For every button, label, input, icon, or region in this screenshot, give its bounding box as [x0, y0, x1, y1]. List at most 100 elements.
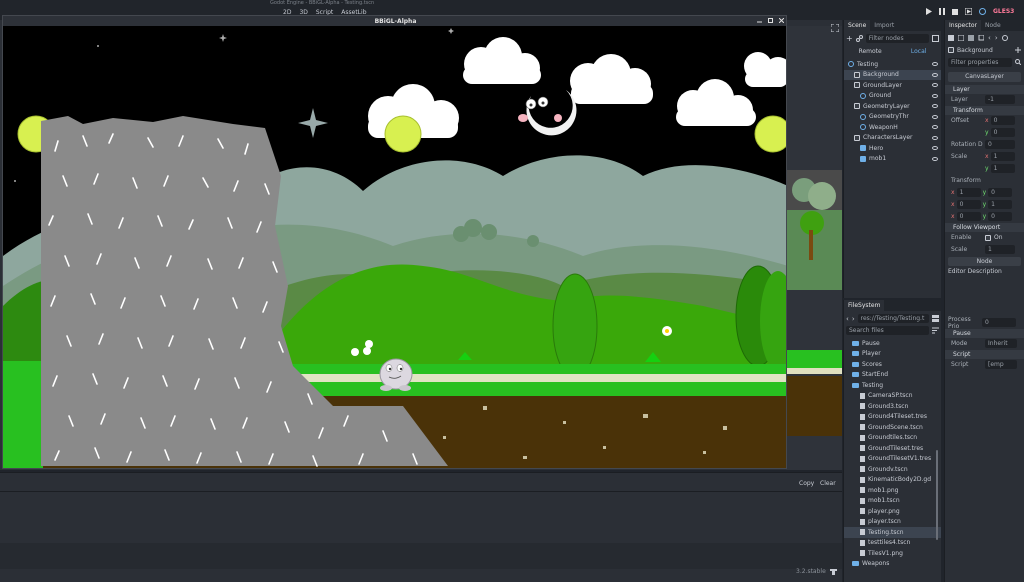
path-field[interactable]: res://Testing/Testing.t [857, 314, 929, 323]
editor-description-area[interactable] [945, 277, 1024, 317]
history-forward-icon[interactable]: › [995, 34, 998, 42]
sort-icon[interactable] [932, 327, 939, 334]
inspected-object[interactable]: Background [945, 45, 1024, 56]
file-item[interactable]: Groundtiles.tscn [844, 433, 941, 444]
maximize-icon[interactable] [768, 18, 773, 23]
visibility-eye-icon[interactable] [932, 114, 938, 119]
filter-properties-input[interactable]: Filter properties [948, 57, 1012, 67]
t-x1-input[interactable]: 1 [956, 188, 981, 197]
file-item[interactable]: GroundTileset.tres [844, 443, 941, 454]
play-custom-icon[interactable] [979, 8, 986, 15]
copy-icon[interactable] [978, 35, 984, 41]
t-y3-input[interactable]: 0 [988, 212, 1013, 221]
file-item[interactable]: player.png [844, 506, 941, 517]
file-item[interactable]: Ground3.tscn [844, 401, 941, 412]
visibility-eye-icon[interactable] [932, 62, 938, 67]
file-item[interactable]: CameraSP.tscn [844, 391, 941, 402]
play-icon[interactable] [926, 8, 932, 15]
minimize-icon[interactable] [757, 18, 762, 23]
file-item[interactable]: GroundScene.tscn [844, 422, 941, 433]
renderer-label[interactable]: GLES3 [993, 8, 1014, 15]
t-x3-input[interactable]: 0 [956, 212, 981, 221]
tab-inspector[interactable]: Inspector [945, 20, 981, 31]
folder-item[interactable]: Weapons [844, 559, 941, 570]
scene-node[interactable]: Ground [844, 91, 941, 102]
search-files-input[interactable]: Search files [846, 326, 929, 335]
file-item[interactable]: GroundTilesetV1.tres [844, 454, 941, 465]
pause-icon[interactable] [939, 8, 945, 15]
scene-node[interactable]: Hero [844, 143, 941, 154]
follow-scale-input[interactable]: 1 [985, 245, 1015, 254]
folder-item[interactable]: Pause [844, 338, 941, 349]
scene-node[interactable]: CharactersLayer [844, 133, 941, 144]
new-resource-icon[interactable] [948, 35, 954, 41]
history-back-icon[interactable]: ‹ [988, 34, 991, 42]
folder-item[interactable]: Scores [844, 359, 941, 370]
history-icon[interactable] [1001, 35, 1008, 41]
visibility-eye-icon[interactable] [932, 72, 938, 77]
class-header[interactable]: CanvasLayer [948, 71, 1021, 82]
scene-node[interactable]: WeaponH [844, 122, 941, 133]
visibility-eye-icon[interactable] [932, 135, 938, 140]
script-section[interactable]: Script [945, 349, 1024, 359]
node-header[interactable]: Node [948, 256, 1021, 266]
layer-input[interactable]: -1 [985, 95, 1015, 104]
file-item[interactable]: KinematicBody2D.gd [844, 475, 941, 486]
back-icon[interactable]: ‹ [846, 315, 849, 323]
folder-item[interactable]: StartEnd [844, 370, 941, 381]
tab-scene[interactable]: Scene [844, 20, 871, 31]
split-view-icon[interactable] [932, 315, 939, 322]
link-icon[interactable] [855, 35, 863, 42]
layer-section[interactable]: Layer [945, 84, 1024, 94]
scene-node[interactable]: GeometryLayer [844, 101, 941, 112]
file-item[interactable]: mob1.tscn [844, 496, 941, 507]
script-icon[interactable] [932, 35, 939, 42]
scene-node[interactable]: mob1 [844, 154, 941, 165]
scene-node[interactable]: Testing [844, 59, 941, 70]
add-node-icon[interactable]: + [846, 34, 853, 43]
offset-y-input[interactable]: 0 [990, 128, 1015, 137]
tab-import[interactable]: Import [870, 20, 898, 31]
scene-node[interactable]: GeometryThr [844, 112, 941, 123]
process-priority-input[interactable]: 0 [982, 318, 1016, 327]
visibility-eye-icon[interactable] [932, 156, 938, 161]
forward-icon[interactable]: › [852, 315, 855, 323]
visibility-eye-icon[interactable] [932, 104, 938, 109]
file-item[interactable]: Testing.tscn [844, 527, 941, 538]
scale-y-input[interactable]: 1 [990, 164, 1015, 173]
scale-x-input[interactable]: 1 [990, 152, 1015, 161]
t-x2-input[interactable]: 0 [956, 200, 981, 209]
enable-checkbox[interactable] [985, 234, 991, 241]
file-item[interactable]: Ground4Tileset.tres [844, 412, 941, 423]
rotation-input[interactable]: 0 [985, 140, 1015, 149]
copy-button[interactable]: Copy [799, 480, 814, 487]
visibility-eye-icon[interactable] [932, 93, 938, 98]
visibility-eye-icon[interactable] [932, 146, 938, 151]
game-canvas[interactable] [3, 26, 787, 469]
pause-mode-select[interactable]: Inherit [985, 339, 1017, 348]
transform-section[interactable]: Transform [945, 105, 1024, 115]
tab-node[interactable]: Node [981, 20, 1005, 31]
script-select[interactable]: [emp [985, 360, 1017, 369]
folder-item[interactable]: Player [844, 349, 941, 360]
scene-node[interactable]: Background [844, 69, 941, 80]
filter-nodes-input[interactable]: Filter nodes [865, 34, 929, 43]
offset-x-input[interactable]: 0 [990, 116, 1015, 125]
file-item[interactable]: mob1.png [844, 485, 941, 496]
object-options-icon[interactable] [1015, 47, 1021, 54]
file-scrollbar[interactable] [936, 450, 938, 540]
file-item[interactable]: testtiles4.tscn [844, 538, 941, 549]
fullscreen-icon[interactable] [831, 24, 839, 32]
file-item[interactable]: Groundv.tscn [844, 464, 941, 475]
play-scene-icon[interactable] [965, 8, 972, 15]
visibility-eye-icon[interactable] [932, 83, 938, 88]
remote-button[interactable]: Remote [859, 48, 882, 55]
tab-filesystem[interactable]: FileSystem [844, 300, 885, 311]
folder-item[interactable]: Testing [844, 380, 941, 391]
t-y2-input[interactable]: 1 [988, 200, 1013, 209]
follow-viewport-section[interactable]: Follow Viewport [945, 222, 1024, 232]
pause-section[interactable]: Pause [945, 328, 1024, 338]
file-item[interactable]: TilesV1.png [844, 548, 941, 559]
clear-button[interactable]: Clear [820, 480, 836, 487]
open-icon[interactable] [958, 35, 964, 41]
